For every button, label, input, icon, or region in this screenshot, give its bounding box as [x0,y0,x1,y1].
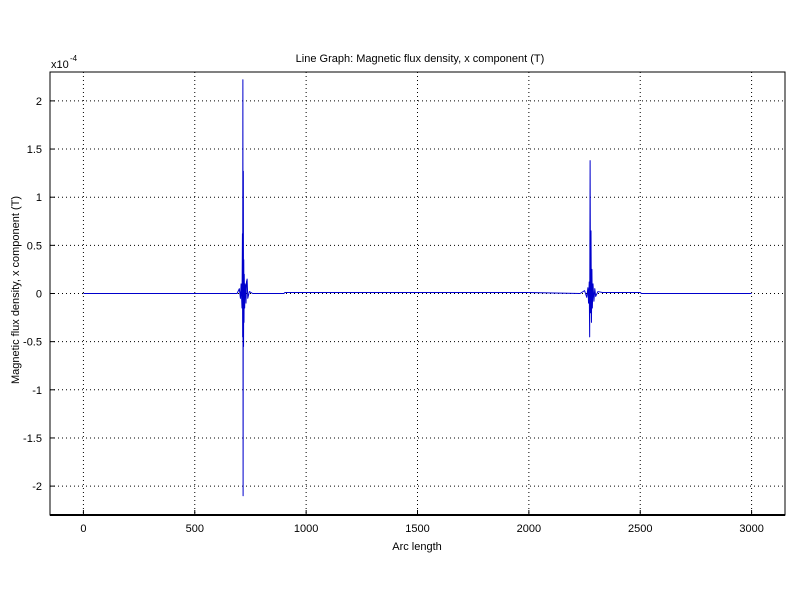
y-tick-label: 1.5 [27,144,42,156]
y-tick-label: 1 [36,192,42,204]
y-tick-label: -1.5 [23,433,42,445]
y-tick-label: -0.5 [23,337,42,349]
y-axis-exponent-power: -4 [70,54,78,63]
x-tick-label: 3000 [739,523,763,535]
x-tick-label: 500 [186,523,204,535]
x-axis-label: Arc length [392,541,442,553]
x-tick-label: 2500 [628,523,652,535]
y-axis-exponent-base: x10 [51,59,69,71]
y-tick-label: 0.5 [27,240,42,252]
chart-title: Line Graph: Magnetic flux density, x com… [296,53,545,65]
x-tick-label: 0 [80,523,86,535]
y-tick-label: -1 [32,385,42,397]
y-tick-label: -2 [32,481,42,493]
chart: Line Graph: Magnetic flux density, x com… [10,53,786,553]
y-tick-label: 0 [36,289,42,301]
x-tick-label: 1000 [294,523,318,535]
y-axis-label: Magnetic flux density, x component (T) [10,196,22,384]
x-tick-label: 1500 [405,523,429,535]
y-tick-label: 2 [36,96,42,108]
x-tick-label: 2000 [517,523,541,535]
